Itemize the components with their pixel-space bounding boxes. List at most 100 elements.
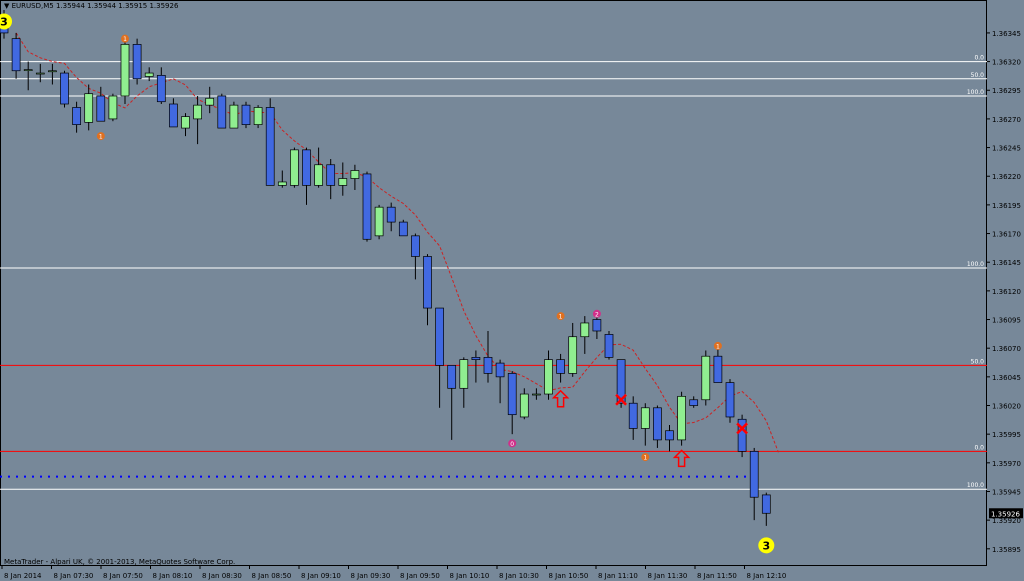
level-label-4: 50.0 [971, 358, 985, 365]
y-tick-label: 1.35995 [992, 431, 1021, 439]
y-tick-label: 1.35920 [992, 517, 1021, 525]
bull-candle [84, 93, 94, 123]
bear-candle [665, 430, 674, 441]
bear-candle [653, 407, 662, 441]
y-tick-label: 1.36295 [992, 87, 1021, 95]
level-label-3: 100.0 [967, 261, 984, 268]
bull-candle [580, 322, 590, 338]
wave-dot-text: 1 [123, 36, 127, 43]
bull-candle [253, 107, 263, 125]
y-tick-label: 1.36145 [992, 259, 1021, 267]
dropdown-icon[interactable]: ▼ [4, 2, 9, 10]
bull-candle [120, 44, 130, 97]
bear-candle [326, 164, 336, 186]
x-tick-label: 8 Jan 09:10 [301, 572, 341, 580]
bear-candle [507, 373, 517, 416]
bull-candle [48, 70, 57, 73]
y-tick-label: 1.35970 [992, 460, 1021, 468]
bear-candle [217, 95, 227, 129]
wave-label-text: 3 [0, 15, 8, 28]
bear-candle [60, 72, 69, 105]
x-tick-label: 8 Jan 10:10 [450, 572, 490, 580]
y-tick-label: 1.36095 [992, 317, 1021, 325]
bear-candle [628, 402, 638, 429]
bear-candle [447, 365, 457, 389]
bull-candle [459, 359, 469, 389]
bull-candle [374, 206, 384, 237]
bull-candle [181, 116, 190, 129]
bear-candle [265, 107, 275, 186]
bear-candle [132, 44, 142, 80]
y-tick-label: 1.36170 [992, 231, 1021, 239]
bull-candle [277, 181, 287, 186]
level-label-1: 50.0 [971, 72, 985, 79]
chart-background [0, 0, 1024, 581]
copyright-text: MetaTrader - Alpari UK, © 2001-2013, Met… [4, 558, 236, 566]
bull-candle [290, 149, 299, 186]
bear-candle [169, 103, 178, 128]
y-tick-label: 1.36120 [992, 288, 1021, 296]
wave-dot-text: 1 [716, 343, 720, 350]
bear-candle [96, 95, 106, 122]
bull-candle [350, 170, 360, 179]
y-tick-label: 1.36245 [992, 145, 1021, 153]
bear-candle [398, 221, 408, 237]
bull-candle [338, 178, 348, 186]
x-tick-label: 8 Jan 07:50 [103, 572, 143, 580]
current-price-label: 1.35926 [991, 510, 1020, 518]
level-label-5: 0.0 [974, 444, 984, 451]
bull-candle [144, 72, 154, 77]
bear-candle [72, 107, 81, 125]
x-tick-label: 8 Jan 08:30 [202, 572, 242, 580]
x-tick-label: 8 Jan 09:50 [400, 572, 440, 580]
bull-candle [532, 393, 541, 396]
x-tick-label: 8 Jan 11:50 [697, 572, 737, 580]
bear-candle [435, 307, 444, 366]
y-tick-label: 1.36045 [992, 374, 1021, 382]
y-tick-label: 1.36220 [992, 173, 1021, 181]
price-chart[interactable]: 0.050.0100.0100.050.00.0100.0 331111120 … [0, 0, 1024, 581]
y-tick-label: 1.36345 [992, 30, 1021, 38]
bear-candle [386, 206, 396, 223]
x-tick-label: 8 Jan 07:30 [54, 572, 94, 580]
level-label-2: 100.0 [967, 89, 984, 96]
y-tick-label: 1.36070 [992, 345, 1021, 353]
bear-candle [556, 359, 565, 374]
bull-candle [23, 69, 33, 71]
bear-candle [471, 357, 481, 360]
x-tick-label: 8 Jan 11:10 [598, 572, 638, 580]
bear-candle [495, 362, 505, 378]
x-tick-label: 8 Jan 2014 [4, 572, 42, 580]
bear-candle [483, 357, 493, 374]
y-tick-label: 1.36195 [992, 202, 1021, 210]
bear-candle [592, 319, 602, 332]
bear-candle [411, 235, 420, 257]
bear-candle [689, 399, 699, 406]
bull-candle [314, 164, 323, 186]
symbol-label: EURUSD,M5 [11, 2, 54, 10]
ohlc-values: 1.35944 1.35944 1.35915 1.35926 [55, 2, 179, 10]
chart-title: ▼ EURUSD,M5 1.35944 1.35944 1.35915 1.35… [4, 2, 178, 10]
bull-candle [35, 72, 45, 75]
wave-label-text: 3 [762, 539, 770, 552]
y-tick-label: 1.36320 [992, 59, 1021, 67]
wave-dot-text: 1 [559, 314, 563, 321]
bull-candle [108, 95, 118, 120]
x-tick-label: 8 Jan 08:50 [252, 572, 292, 580]
x-tick-label: 8 Jan 12:10 [747, 572, 787, 580]
bear-candle [604, 334, 614, 358]
bull-candle [193, 104, 202, 120]
bull-candle [544, 359, 553, 395]
wave-dot-text: 0 [510, 441, 514, 448]
bear-candle [302, 149, 311, 186]
wave-dot-text: 1 [643, 455, 647, 462]
bull-candle [701, 355, 711, 401]
bear-candle [362, 173, 372, 240]
bull-candle [229, 104, 239, 129]
wave-dot-text: 1 [99, 134, 103, 141]
x-tick-label: 8 Jan 10:50 [549, 572, 589, 580]
bear-candle [713, 355, 723, 383]
y-tick-label: 1.35945 [992, 488, 1021, 496]
bear-candle [725, 382, 735, 418]
bear-candle [156, 74, 166, 103]
